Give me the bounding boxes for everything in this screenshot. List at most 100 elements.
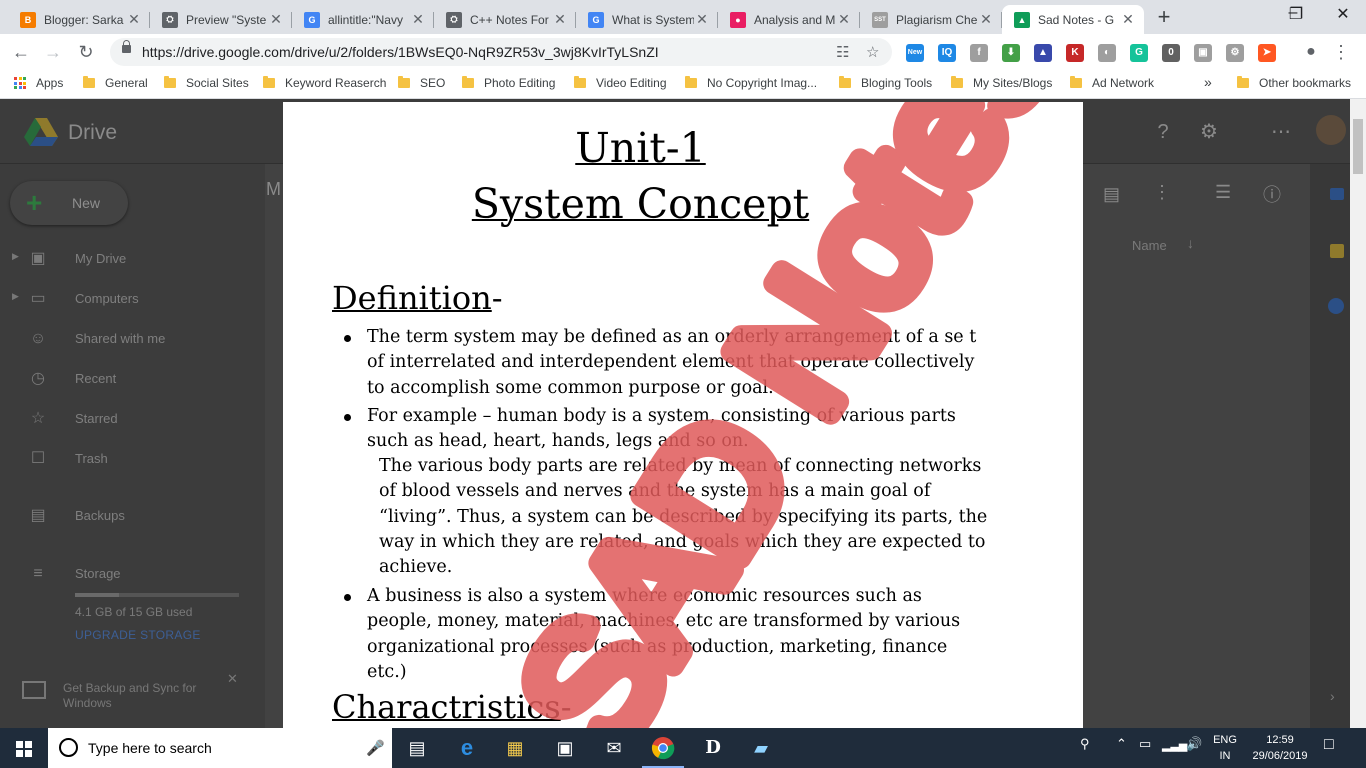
expand-arrow-icon[interactable]: ▶ [12, 251, 19, 262]
extension-icon[interactable]: ⚙ [1226, 44, 1244, 62]
close-tab-icon[interactable]: ✕ [410, 11, 426, 28]
taskbar-search[interactable]: Type here to search 🎤 [48, 728, 392, 768]
start-icon[interactable] [16, 741, 32, 757]
nav-item[interactable]: ▤ Backups [0, 498, 250, 534]
extension-icon[interactable]: ◐ [1098, 44, 1116, 62]
apps-bookmark[interactable]: Apps [14, 76, 63, 90]
bookmark-folder[interactable]: Keyword Reaserch [263, 76, 386, 90]
task-view-icon[interactable]: ▤ [404, 735, 430, 761]
store-icon[interactable]: ▣ [552, 735, 578, 761]
apps-launcher-icon[interactable]: ⋯ [1270, 121, 1292, 143]
back-icon[interactable]: ← [10, 41, 32, 63]
nav-item[interactable]: ◷ Recent [0, 361, 250, 397]
close-tab-icon[interactable]: ✕ [836, 11, 852, 28]
expand-arrow-icon[interactable]: ▶ [12, 291, 19, 302]
extension-icon[interactable]: G [1130, 44, 1148, 62]
sort-by-name[interactable]: Name [1132, 238, 1167, 253]
network-icon[interactable]: ▂▃▅ [1162, 739, 1187, 752]
forward-icon[interactable]: → [42, 41, 64, 63]
address-bar[interactable]: https://drive.google.com/drive/u/2/folde… [110, 38, 892, 66]
close-tab-icon[interactable]: ✕ [268, 11, 284, 28]
mail-icon[interactable]: ✉ [601, 735, 627, 761]
bookmark-folder[interactable]: Bloging Tools [839, 76, 932, 90]
close-tab-icon[interactable]: ✕ [552, 11, 568, 28]
extension-icon[interactable]: IQ [938, 44, 956, 62]
nav-item[interactable]: ≡ Storage [0, 556, 250, 592]
new-tab-button[interactable]: + [1152, 6, 1176, 30]
more-actions-icon[interactable]: ⋮ [1153, 182, 1171, 203]
nav-item[interactable]: ☺ Shared with me [0, 321, 250, 357]
notes-app-icon[interactable]: ▰ [748, 735, 774, 761]
bookmarks-overflow-icon[interactable]: » [1204, 74, 1212, 90]
bookmark-folder[interactable]: Ad Network [1070, 76, 1154, 90]
extension-icon[interactable]: f [970, 44, 988, 62]
reload-icon[interactable]: ↻ [75, 41, 97, 63]
help-icon[interactable]: ? [1152, 121, 1174, 143]
nav-item[interactable]: ☐ Trash [0, 441, 250, 477]
language-indicator[interactable]: ENG IN [1205, 732, 1245, 764]
browser-tab[interactable]: ⛭ Preview "Syste ✕ [150, 5, 292, 34]
calendar-icon[interactable] [1330, 188, 1344, 200]
show-hidden-icon[interactable]: ⌃ [1116, 736, 1127, 752]
people-icon[interactable]: ⚲ [1080, 736, 1090, 752]
bookmark-folder[interactable]: Video Editing [574, 76, 667, 90]
browser-tab[interactable]: ⛭ C++ Notes For ✕ [434, 5, 576, 34]
edge-icon[interactable]: e [454, 735, 480, 761]
chrome-taskbar-icon[interactable] [642, 735, 684, 768]
close-tab-icon[interactable]: ✕ [694, 11, 710, 28]
extension-icon[interactable]: New [906, 44, 924, 62]
bookmark-folder[interactable]: General [83, 76, 148, 90]
other-bookmarks[interactable]: Other bookmarks [1237, 76, 1351, 90]
battery-icon[interactable]: ▭ [1139, 736, 1151, 752]
breadcrumb[interactable]: M [266, 179, 281, 200]
browser-tab[interactable]: ▲ Sad Notes - G ✕ [1002, 5, 1144, 34]
drive-logo-icon[interactable] [24, 117, 58, 147]
file-explorer-icon[interactable]: ▦ [502, 735, 528, 761]
keep-icon[interactable] [1330, 244, 1344, 258]
tasks-icon[interactable] [1328, 298, 1344, 314]
info-icon[interactable]: ⓘ [1263, 181, 1281, 207]
restore-button[interactable]: ❐ [1273, 4, 1319, 24]
extension-icon[interactable]: ▣ [1194, 44, 1212, 62]
close-tab-icon[interactable]: ✕ [126, 11, 142, 28]
nav-item[interactable]: ▶ ▣ My Drive [0, 241, 250, 277]
bookmark-folder[interactable]: Photo Editing [462, 76, 555, 90]
avatar[interactable] [1316, 115, 1346, 145]
bookmark-folder[interactable]: My Sites/Blogs [951, 76, 1052, 90]
delete-icon[interactable]: ▤ [1103, 184, 1120, 205]
bookmark-star-icon[interactable]: ☆ [866, 43, 879, 61]
new-button[interactable]: + New [10, 181, 128, 225]
clock[interactable]: 12:59 29/06/2019 [1240, 732, 1320, 764]
close-tab-icon[interactable]: ✕ [978, 11, 994, 28]
page-scrollbar[interactable] [1350, 99, 1366, 728]
blocked-popup-icon[interactable]: ☷ [836, 43, 849, 61]
extension-icon[interactable]: ⬇ [1002, 44, 1020, 62]
browser-tab[interactable]: ● Analysis and M ✕ [718, 5, 860, 34]
bookmark-folder[interactable]: Social Sites [164, 76, 249, 90]
dismiss-promo-icon[interactable]: ✕ [227, 671, 238, 687]
app-d-icon[interactable]: D [700, 735, 726, 761]
chrome-menu-icon[interactable]: ⋮ [1330, 41, 1352, 63]
browser-tab[interactable]: SST Plagiarism Che ✕ [860, 5, 1002, 34]
expand-panel-icon[interactable]: › [1330, 688, 1335, 704]
profile-icon[interactable]: ● [1300, 41, 1322, 63]
notifications-icon[interactable]: □ [1324, 736, 1334, 754]
close-tab-icon[interactable]: ✕ [1120, 11, 1136, 28]
lock-icon[interactable] [122, 40, 131, 53]
nav-item[interactable]: ▶ ▭ Computers [0, 281, 250, 317]
extension-icon[interactable]: ▲ [1034, 44, 1052, 62]
url-text[interactable]: https://drive.google.com/drive/u/2/folde… [142, 44, 659, 60]
browser-tab[interactable]: G What is System ✕ [576, 5, 718, 34]
list-view-icon[interactable]: ☰ [1215, 182, 1231, 203]
close-window-button[interactable]: ✕ [1320, 4, 1366, 24]
bookmark-folder[interactable]: No Copyright Imag... [685, 76, 817, 90]
settings-icon[interactable]: ⚙ [1198, 121, 1220, 143]
browser-tab[interactable]: B Blogger: Sarka ✕ [8, 5, 150, 34]
browser-tab[interactable]: Gallintitle:"Navy ✕ [292, 5, 434, 34]
extension-icon[interactable]: K [1066, 44, 1084, 62]
volume-icon[interactable]: 🔊 [1186, 736, 1202, 752]
extension-icon[interactable]: ➤ [1258, 44, 1276, 62]
extension-icon[interactable]: 0 [1162, 44, 1180, 62]
scroll-thumb[interactable] [1353, 119, 1363, 174]
sort-arrow-icon[interactable]: ↓ [1187, 235, 1194, 251]
